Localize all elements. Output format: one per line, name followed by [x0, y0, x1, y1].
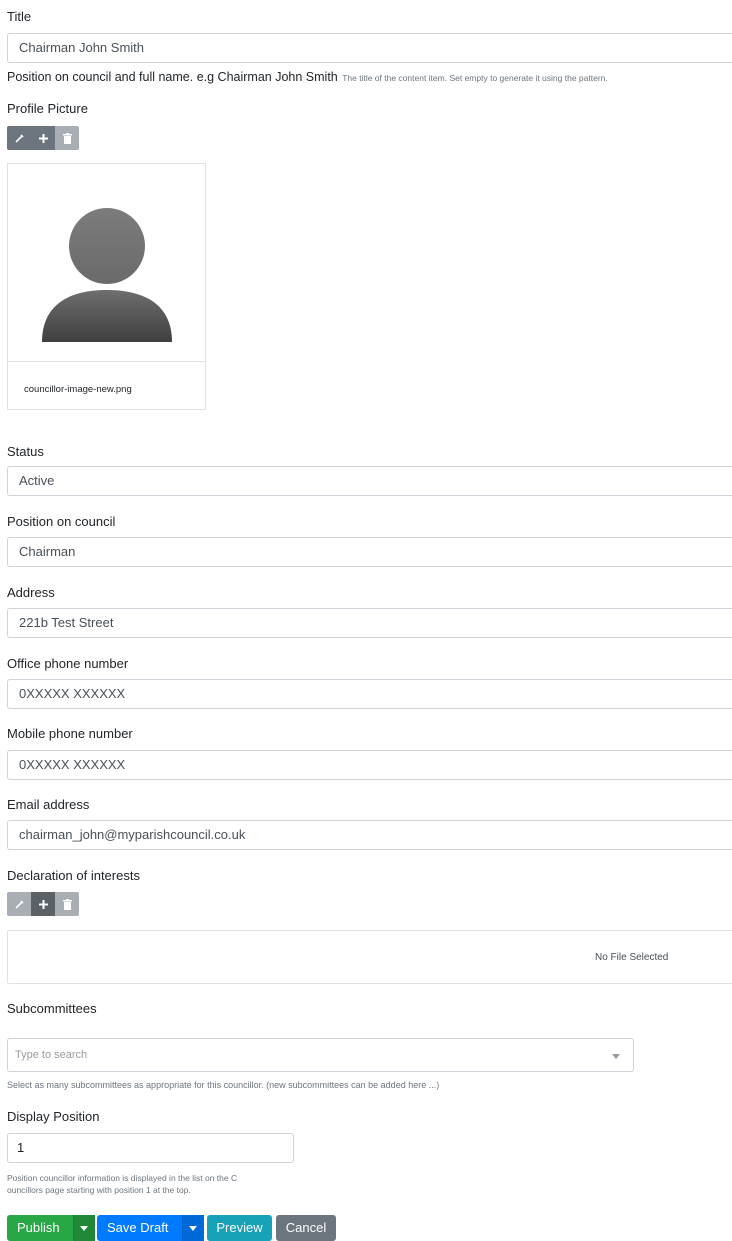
save-draft-dropdown-toggle[interactable]	[182, 1215, 204, 1241]
declaration-label: Declaration of interests	[7, 868, 140, 883]
office-phone-label: Office phone number	[7, 656, 129, 671]
edit-icon[interactable]	[7, 126, 31, 150]
no-file-text: No File Selected	[595, 952, 669, 963]
plus-icon[interactable]	[31, 892, 55, 916]
display-position-label: Display Position	[7, 1109, 100, 1124]
profile-picture-toolbar	[7, 126, 79, 150]
display-position-input[interactable]: 1	[7, 1133, 294, 1163]
caret-down-icon	[189, 1226, 197, 1231]
title-input[interactable]: Chairman John Smith	[7, 33, 732, 63]
mobile-phone-label: Mobile phone number	[7, 726, 133, 741]
declaration-toolbar	[7, 892, 79, 916]
display-position-hint-line1: Position councillor information is displ…	[7, 1173, 238, 1183]
profile-picture-filename: councillor-image-new.png	[24, 384, 132, 395]
trash-icon[interactable]	[55, 892, 79, 916]
email-input[interactable]: chairman_john@myparishcouncil.co.uk	[7, 820, 732, 850]
title-label: Title	[7, 9, 32, 24]
subcommittees-hint: Select as many subcommittees as appropri…	[7, 1080, 440, 1090]
status-label: Status	[7, 444, 44, 459]
publish-button[interactable]: Publish	[17, 1215, 60, 1241]
cancel-button[interactable]: Cancel	[276, 1215, 336, 1241]
caret-down-icon	[80, 1226, 88, 1231]
plus-icon[interactable]	[31, 126, 55, 150]
position-field[interactable]: Chairman	[7, 537, 732, 567]
profile-picture-card[interactable]: councillor-image-new.png	[7, 163, 206, 410]
address-label: Address	[7, 585, 55, 600]
card-divider	[8, 361, 205, 362]
subcommittees-label: Subcommittees	[7, 1001, 97, 1016]
email-label: Email address	[7, 797, 90, 812]
trash-icon[interactable]	[55, 126, 79, 150]
title-hint-extra: The title of the content item. Set empty…	[342, 73, 608, 83]
chevron-down-icon[interactable]	[612, 1054, 620, 1059]
mobile-phone-input[interactable]: 0XXXXX XXXXXX	[7, 750, 732, 780]
save-draft-button-group: Save Draft	[97, 1215, 204, 1241]
profile-picture-label: Profile Picture	[7, 101, 88, 116]
office-phone-input[interactable]: 0XXXXX XXXXXX	[7, 679, 732, 709]
declaration-dropzone[interactable]: No File Selected	[7, 930, 732, 984]
subcommittees-select[interactable]: Type to search	[7, 1038, 634, 1072]
title-hint: Position on council and full name. e.g C…	[7, 68, 608, 86]
save-draft-button[interactable]: Save Draft	[107, 1215, 168, 1241]
preview-button[interactable]: Preview	[207, 1215, 272, 1241]
edit-icon[interactable]	[7, 892, 31, 916]
display-position-hint-line2: ouncillors page starting with position 1…	[7, 1185, 191, 1195]
publish-dropdown-toggle[interactable]	[73, 1215, 95, 1241]
publish-button-group: Publish	[7, 1215, 95, 1241]
avatar	[8, 164, 205, 361]
display-position-hint: Position councillor information is displ…	[7, 1172, 237, 1196]
position-label: Position on council	[7, 514, 116, 529]
status-field[interactable]: Active	[7, 466, 732, 496]
subcommittees-placeholder: Type to search	[15, 1049, 88, 1061]
address-input[interactable]: 221b Test Street	[7, 608, 732, 638]
title-hint-main: Position on council and full name. e.g C…	[7, 70, 338, 84]
